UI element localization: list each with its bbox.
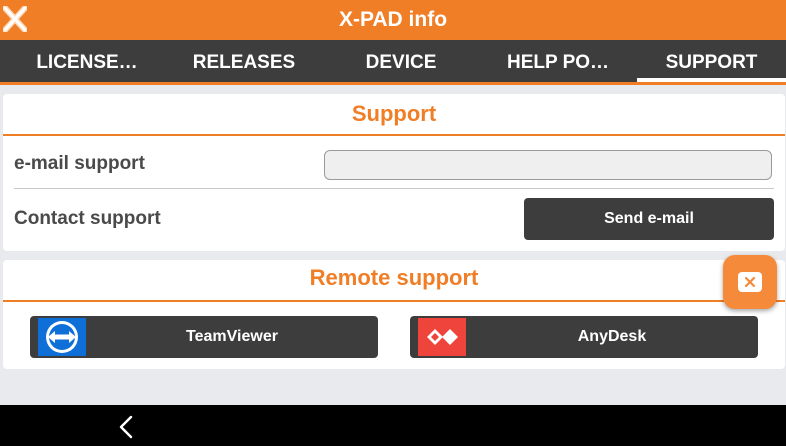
tab-license[interactable]: LICENSE… [0, 40, 174, 82]
back-icon[interactable] [116, 415, 136, 439]
email-support-field[interactable] [324, 150, 772, 180]
email-support-label: e-mail support [14, 153, 145, 174]
teamviewer-button[interactable]: TeamViewer [30, 316, 378, 358]
support-card: Support e-mail support Contact support S… [3, 94, 785, 251]
tab-support[interactable]: SUPPORT [637, 40, 786, 82]
teamviewer-label: TeamViewer [186, 328, 278, 345]
anydesk-button[interactable]: AnyDesk [410, 316, 758, 358]
remote-support-card: Remote support TeamViewer AnyDesk [3, 260, 785, 369]
contact-support-label: Contact support [14, 208, 161, 229]
row-divider [14, 188, 774, 189]
anydesk-label: AnyDesk [577, 328, 647, 345]
app-title: X-PAD info [338, 8, 448, 31]
tab-bar: LICENSE… RELEASES DEVICE HELP PO… SUPPOR… [0, 40, 786, 85]
support-divider [3, 134, 785, 136]
remote-support-title: Remote support [309, 265, 479, 290]
remote-divider [3, 300, 785, 302]
title-bar: X-PAD info [0, 0, 786, 40]
anydesk-icon [418, 318, 466, 356]
close-icon [738, 272, 762, 292]
support-title: Support [351, 101, 437, 126]
teamviewer-icon [38, 318, 86, 356]
close-panel-button[interactable] [723, 255, 777, 309]
tab-releases[interactable]: RELEASES [157, 40, 331, 82]
tab-device[interactable]: DEVICE [314, 40, 488, 82]
tab-help-points[interactable]: HELP PO… [471, 40, 645, 82]
system-nav-bar [0, 405, 786, 446]
send-email-button[interactable]: Send e-mail [524, 198, 774, 240]
